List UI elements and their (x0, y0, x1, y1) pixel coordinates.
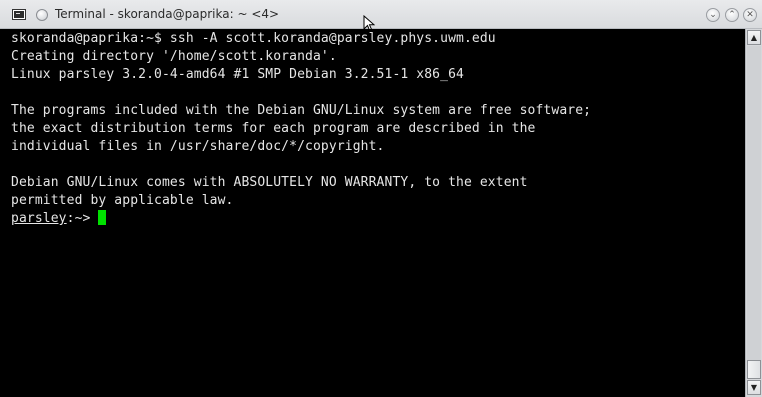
minimize-button[interactable]: ⌄ (706, 8, 720, 22)
terminal-line: Creating directory '/home/scott.koranda'… (11, 49, 337, 64)
window-title: Terminal - skoranda@paprika: ~ <4> (55, 7, 280, 21)
maximize-button[interactable]: ⌃ (725, 8, 739, 22)
scroll-up-button[interactable]: ▲ (747, 30, 761, 45)
close-button[interactable]: ✕ (743, 8, 757, 22)
prompt-suffix: :~> (66, 211, 99, 226)
prompt-host: parsley (11, 211, 67, 226)
terminal-line: Debian GNU/Linux comes with ABSOLUTELY N… (11, 175, 528, 190)
scroll-down-button[interactable]: ▼ (747, 380, 761, 395)
text-cursor (98, 210, 107, 225)
terminal-line: The programs included with the Debian GN… (11, 103, 592, 118)
terminal-line: skoranda@paprika:~$ ssh -A scott.koranda… (11, 31, 496, 46)
terminal-line: Linux parsley 3.2.0-4-amd64 #1 SMP Debia… (11, 67, 464, 82)
terminal-line: individual files in /usr/share/doc/*/cop… (11, 139, 385, 154)
prompt-line[interactable]: parsley:~> (11, 210, 745, 228)
vertical-scrollbar[interactable]: ▲ ▼ (745, 29, 762, 397)
title-bar[interactable]: Terminal - skoranda@paprika: ~ <4> ⌄ ⌃ ✕ (0, 0, 762, 33)
sticky-button[interactable] (36, 9, 48, 21)
terminal-output[interactable]: skoranda@paprika:~$ ssh -A scott.koranda… (0, 29, 745, 397)
terminal-line: the exact distribution terms for each pr… (11, 121, 536, 136)
terminal-app-icon[interactable] (12, 9, 26, 20)
scroll-thumb[interactable] (747, 360, 761, 379)
terminal-line: permitted by applicable law. (11, 193, 234, 208)
terminal-window: Terminal - skoranda@paprika: ~ <4> ⌄ ⌃ ✕… (0, 0, 762, 397)
scroll-track[interactable] (747, 46, 761, 379)
